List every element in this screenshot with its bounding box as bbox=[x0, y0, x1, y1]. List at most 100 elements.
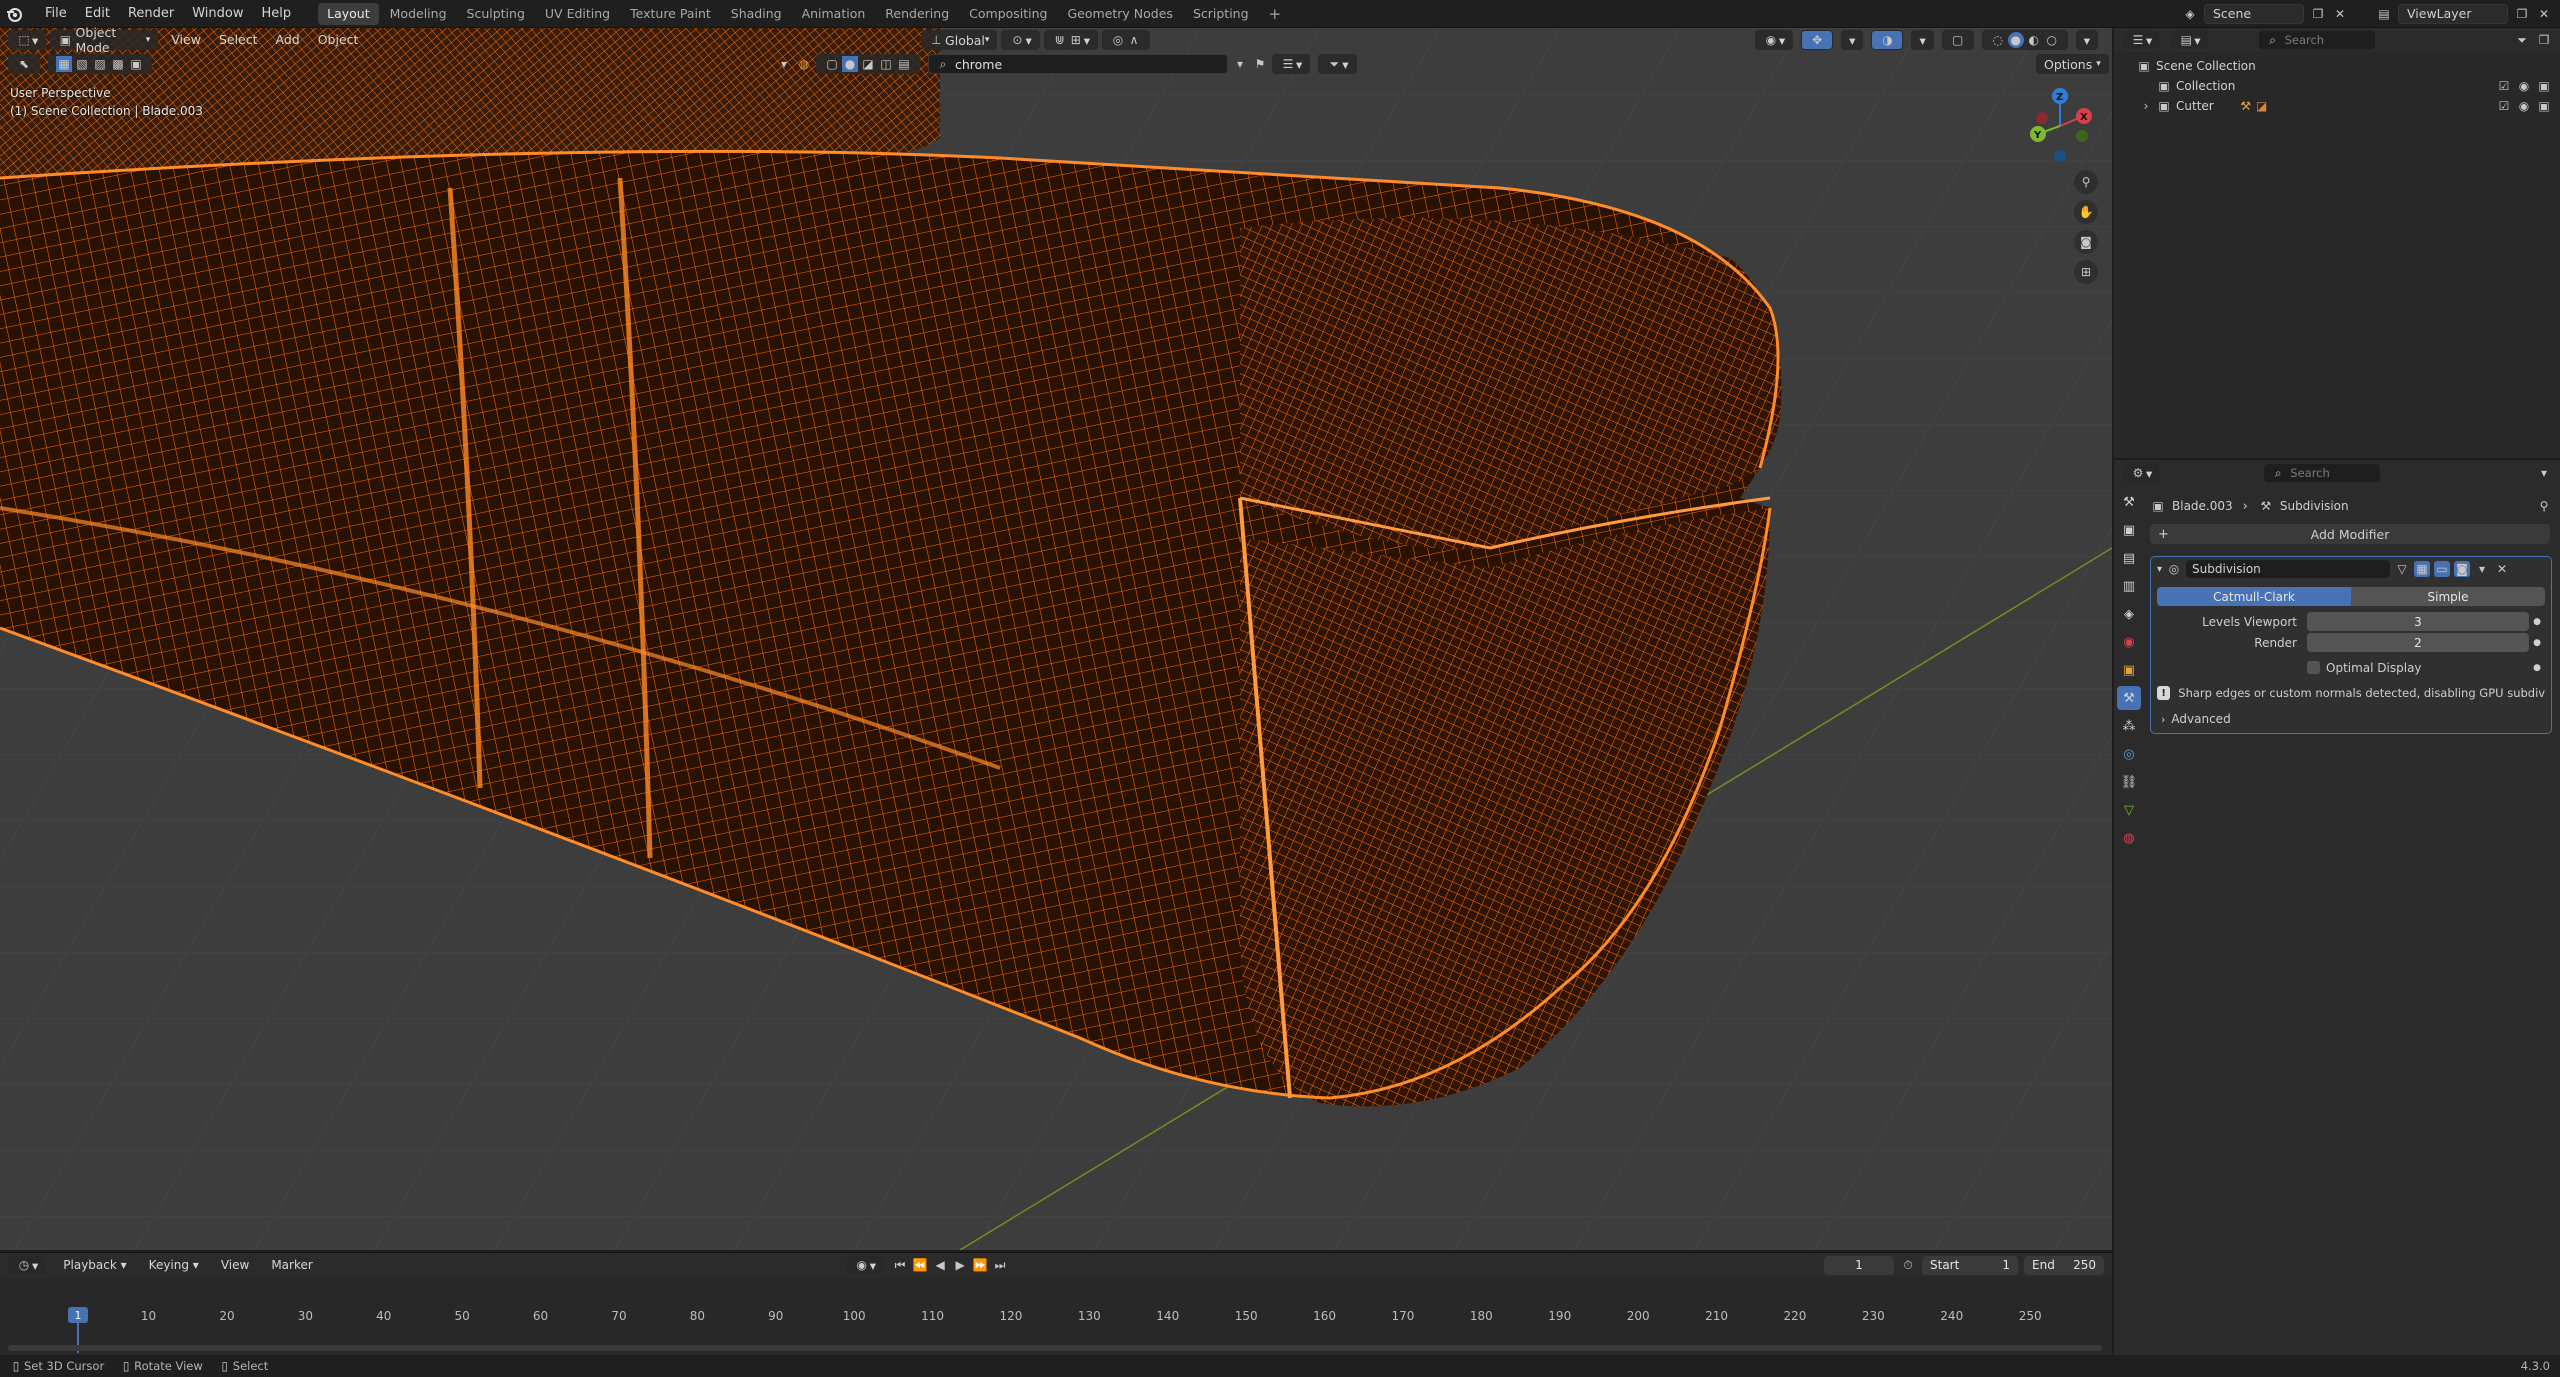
object-tab-icon[interactable]: ▣ bbox=[2117, 658, 2141, 682]
xray-toggle[interactable]: ▢ bbox=[1941, 30, 1974, 50]
ortho-grid-icon[interactable]: ⊞ bbox=[2074, 260, 2098, 284]
start-frame-field[interactable]: Start 1 bbox=[1922, 1255, 2018, 1275]
properties-search-input[interactable]: ⌕ Search bbox=[2264, 464, 2381, 482]
mode-dropdown[interactable]: ▣ Object Mode ▾ bbox=[50, 25, 159, 55]
material-tab-icon[interactable]: ◍ bbox=[2117, 826, 2141, 850]
render-tab-icon[interactable]: ▣ bbox=[2117, 518, 2141, 542]
modifier-tab-icon[interactable]: ⚒ bbox=[2117, 686, 2141, 710]
viewport-menu-view[interactable]: View bbox=[162, 29, 210, 51]
outliner-search-input[interactable]: ⌕ Search bbox=[2258, 31, 2375, 49]
menu-edit[interactable]: Edit bbox=[76, 3, 119, 25]
prev-keyframe-icon[interactable]: ⏪ bbox=[912, 1257, 928, 1273]
next-keyframe-icon[interactable]: ⏩ bbox=[972, 1257, 988, 1273]
tab-modeling[interactable]: Modeling bbox=[381, 3, 456, 25]
catmull-clark-option[interactable]: Catmull-Clark bbox=[2157, 587, 2351, 606]
outliner-filter-icon[interactable]: ⏷ bbox=[2514, 32, 2530, 48]
menu-file[interactable]: File bbox=[36, 3, 76, 25]
tab-animation[interactable]: Animation bbox=[793, 3, 875, 25]
physics-tab-icon[interactable]: ◎ bbox=[2117, 742, 2141, 766]
checkbox-icon[interactable]: ☑ bbox=[2496, 78, 2512, 94]
render-display-icon[interactable]: ◙ bbox=[2454, 561, 2471, 577]
pan-hand-icon[interactable]: ✋ bbox=[2074, 200, 2098, 224]
selection-mode-group[interactable]: ▦ ▧ ▨ ▩ ▣ bbox=[48, 54, 152, 74]
material-shading-icon[interactable]: ◐ bbox=[2026, 32, 2042, 48]
options-dropdown[interactable]: Options ▾ bbox=[2036, 54, 2109, 74]
select-subtract-icon[interactable]: ▨ bbox=[92, 56, 108, 72]
mesh-filter-icon[interactable]: ▢ bbox=[824, 56, 840, 72]
collapse-chevron-icon[interactable]: ▾ bbox=[2157, 564, 2162, 575]
checkbox-icon[interactable]: ☑ bbox=[2496, 98, 2512, 114]
blender-logo-icon[interactable] bbox=[4, 4, 24, 24]
gizmo-neg-x-handle[interactable] bbox=[2036, 112, 2048, 124]
new-view-layer-icon[interactable]: ❐ bbox=[2514, 6, 2530, 22]
camera-icon[interactable]: ▣ bbox=[2536, 98, 2552, 114]
rendered-shading-icon[interactable]: ○ bbox=[2044, 32, 2060, 48]
timeline-ruler[interactable]: 10 20 30 40 50 60 70 80 90 100 110 120 130 140 150 160 1… bbox=[0, 1277, 2112, 1356]
modifier-name-field[interactable]: Subdivision bbox=[2186, 560, 2391, 578]
orientation-dropdown[interactable]: ⊥ Global ▾ bbox=[921, 30, 998, 50]
editor-type-button[interactable]: ⬚ ▾ bbox=[8, 30, 47, 50]
shading-dropdown[interactable]: ▾ bbox=[2075, 30, 2098, 50]
advanced-subpanel[interactable]: › Advanced bbox=[2161, 709, 2545, 729]
stopwatch-icon[interactable]: ⏱ bbox=[1900, 1257, 1916, 1273]
constraints-tab-icon[interactable]: ⛓ bbox=[2117, 770, 2141, 794]
auto-key-toggle[interactable]: ◉ ▾ bbox=[845, 1255, 885, 1275]
tab-scripting[interactable]: Scripting bbox=[1184, 3, 1258, 25]
cage-icon[interactable]: ▦ bbox=[2414, 561, 2431, 577]
tab-geometry-nodes[interactable]: Geometry Nodes bbox=[1059, 3, 1182, 25]
camera-view-icon[interactable]: ◙ bbox=[2074, 230, 2098, 254]
overlay-toggle[interactable]: ◑ bbox=[1871, 30, 1904, 50]
3d-viewport[interactable] bbox=[0, 28, 2112, 1250]
camera-filter-icon[interactable]: ▤ bbox=[896, 56, 912, 72]
select-new-icon[interactable]: ▦ bbox=[56, 56, 72, 72]
timeline-editor-type[interactable]: ◷ ▾ bbox=[8, 1255, 47, 1275]
play-reverse-icon[interactable]: ◀ bbox=[932, 1257, 948, 1273]
outliner-root[interactable]: ▣ Scene Collection bbox=[2122, 56, 2552, 76]
select-intersect-icon[interactable]: ▣ bbox=[128, 56, 144, 72]
select-tool-button[interactable]: ⬉ bbox=[8, 54, 40, 74]
play-icon[interactable]: ▶ bbox=[952, 1257, 968, 1273]
tab-shading[interactable]: Shading bbox=[722, 3, 791, 25]
menu-window[interactable]: Window bbox=[183, 3, 252, 25]
end-frame-field[interactable]: End 250 bbox=[2024, 1255, 2104, 1275]
tool-tab-icon[interactable]: ⚒ bbox=[2117, 490, 2141, 514]
proportional-edit-toggle[interactable]: ◎ ∧ bbox=[1102, 30, 1150, 50]
output-tab-icon[interactable]: ▤ bbox=[2117, 546, 2141, 570]
timeline-menu-playback[interactable]: Playback ▾ bbox=[54, 1254, 135, 1276]
data-tab-icon[interactable]: ▽ bbox=[2117, 798, 2141, 822]
delete-view-layer-icon[interactable]: ✕ bbox=[2536, 6, 2552, 22]
color-filter-icon[interactable]: ◍ bbox=[796, 56, 812, 72]
tab-texture-paint[interactable]: Texture Paint bbox=[621, 3, 720, 25]
world-tab-icon[interactable]: ◉ bbox=[2117, 630, 2141, 654]
optimal-display-checkbox[interactable] bbox=[2307, 661, 2320, 674]
tab-uv-editing[interactable]: UV Editing bbox=[536, 3, 619, 25]
jump-end-icon[interactable]: ⏭ bbox=[992, 1257, 1008, 1273]
levels-viewport-field[interactable]: 3 bbox=[2307, 612, 2529, 631]
timeline-menu-view[interactable]: View bbox=[212, 1254, 258, 1276]
navigation-gizmo[interactable]: Z X Y bbox=[2020, 86, 2100, 166]
playhead-marker[interactable]: 1 bbox=[68, 1307, 88, 1323]
display-mode-dropdown[interactable]: ▤ ▾ bbox=[2170, 30, 2209, 50]
timeline-scrollbar[interactable] bbox=[8, 1345, 2102, 1351]
zoom-icon[interactable]: ⚲ bbox=[2074, 170, 2098, 194]
bookmark-icon[interactable]: ⚑ bbox=[1252, 56, 1268, 72]
remove-modifier-icon[interactable]: ✕ bbox=[2494, 561, 2510, 577]
viewport-menu-object[interactable]: Object bbox=[309, 29, 368, 51]
light-filter-icon[interactable]: ◫ bbox=[878, 56, 894, 72]
viewport-menu-add[interactable]: Add bbox=[267, 29, 309, 51]
modifier-dropdown-icon[interactable]: ▾ bbox=[2474, 561, 2490, 577]
delete-scene-icon[interactable]: ✕ bbox=[2332, 6, 2348, 22]
keyframe-dot-icon[interactable]: ● bbox=[2529, 617, 2545, 627]
jump-start-icon[interactable]: ⏮ bbox=[892, 1257, 908, 1273]
solid-shading-icon[interactable]: ● bbox=[2007, 32, 2024, 48]
view-layer-tab-icon[interactable]: ▥ bbox=[2117, 574, 2141, 598]
scene-tab-icon[interactable]: ◈ bbox=[2117, 602, 2141, 626]
menu-render[interactable]: Render bbox=[119, 3, 183, 25]
new-collection-icon[interactable]: ❐ bbox=[2536, 32, 2552, 48]
filter-dropdown[interactable]: ⏷ ▾ bbox=[1318, 54, 1357, 74]
camera-icon[interactable]: ▣ bbox=[2536, 78, 2552, 94]
current-frame-field[interactable]: 1 bbox=[1824, 1255, 1894, 1275]
eye-icon[interactable]: ◉ bbox=[2516, 78, 2532, 94]
keyframe-dot-icon[interactable]: ● bbox=[2529, 638, 2545, 648]
gizmo-toggle[interactable]: ✥ bbox=[1801, 30, 1834, 50]
